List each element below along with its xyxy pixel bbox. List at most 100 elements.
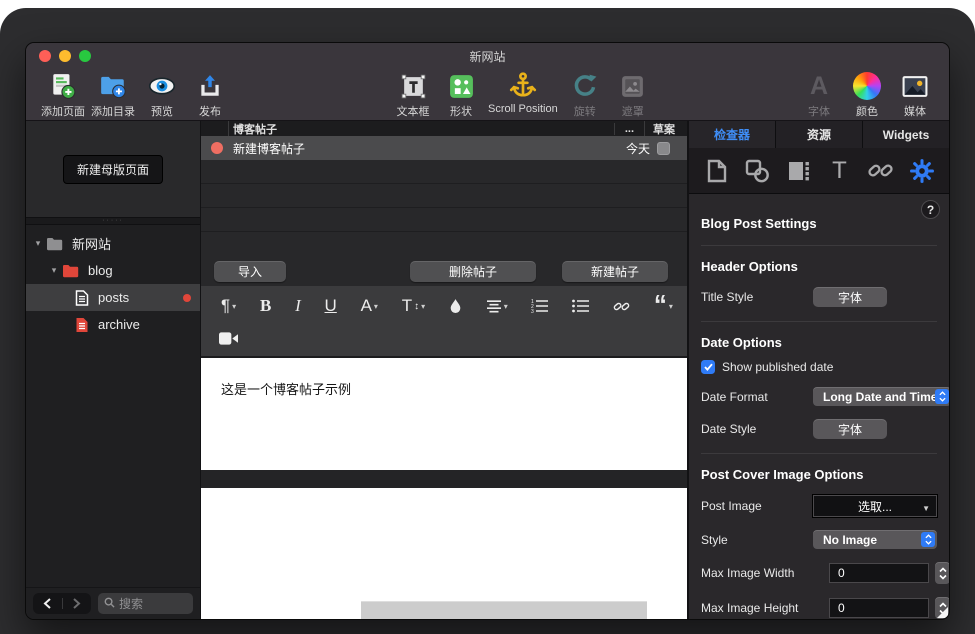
- tree-item-blog[interactable]: ▾ blog: [26, 257, 200, 284]
- delete-post-button[interactable]: 删除帖子: [410, 261, 536, 282]
- underline-button[interactable]: U: [325, 296, 337, 316]
- page-red-icon: [75, 317, 89, 333]
- add-folder-button[interactable]: 添加目录: [88, 70, 138, 119]
- highlight-button[interactable]: [449, 298, 462, 315]
- tree-item-label: blog: [88, 263, 113, 278]
- post-image-pulldown[interactable]: 选取... ▼: [813, 495, 937, 517]
- tree-item-site[interactable]: ▾ 新网站: [26, 230, 200, 257]
- date-format-select[interactable]: Long Date and Time: [813, 387, 949, 406]
- colors-label: 颜色: [856, 103, 878, 119]
- empty-list-row[interactable]: [201, 184, 687, 208]
- post-content-editor[interactable]: 这是一个博客帖子示例: [201, 358, 687, 470]
- colors-button[interactable]: 颜色: [843, 70, 891, 119]
- new-master-page-button[interactable]: 新建母版页面: [63, 155, 163, 184]
- import-button[interactable]: 导入: [214, 261, 286, 282]
- inspector-body: ? Blog Post Settings Header Options Titl…: [689, 194, 949, 619]
- date-style-label: Date Style: [701, 422, 813, 436]
- column-more[interactable]: ...: [614, 123, 644, 135]
- window-resize-handle[interactable]: [937, 607, 948, 618]
- stepper-control[interactable]: [935, 562, 949, 584]
- column-title[interactable]: 博客帖子: [228, 121, 614, 137]
- max-height-label: Max Image Height: [701, 601, 829, 615]
- tab-widgets[interactable]: Widgets: [863, 121, 949, 148]
- shapes-tool-button[interactable]: 形状: [437, 70, 485, 119]
- media-button[interactable]: 媒体: [891, 70, 939, 119]
- link-inspector-icon[interactable]: [868, 158, 894, 184]
- rotate-button[interactable]: 旋转: [561, 70, 609, 119]
- link-button[interactable]: [613, 298, 630, 315]
- preview-button[interactable]: 预览: [138, 70, 186, 119]
- layout-inspector-icon[interactable]: [786, 158, 812, 184]
- chevron-down-icon[interactable]: ▾: [32, 238, 44, 249]
- chevron-down-icon[interactable]: ▾: [48, 265, 60, 276]
- text-size-button[interactable]: T↕▾: [402, 296, 425, 316]
- add-folder-icon: [99, 70, 127, 102]
- folder-gray-icon: [46, 237, 63, 251]
- main-toolbar: 添加页面 添加目录 预览 发布: [26, 65, 949, 121]
- page-preview[interactable]: [201, 488, 687, 619]
- bold-button[interactable]: B: [260, 296, 271, 316]
- empty-list-row[interactable]: [201, 232, 687, 256]
- search-input[interactable]: [119, 597, 179, 611]
- post-date: 今天: [626, 140, 650, 157]
- help-button[interactable]: ?: [921, 200, 940, 219]
- max-height-input[interactable]: [829, 598, 929, 618]
- tree-item-label: 新网站: [72, 234, 111, 253]
- date-format-label: Date Format: [701, 390, 813, 404]
- textbox-tool-button[interactable]: 文本框: [389, 70, 437, 119]
- section-post-cover: Post Cover Image Options Post Image 选取..…: [701, 454, 937, 619]
- max-width-input[interactable]: [829, 563, 929, 583]
- cover-style-label: Style: [701, 533, 813, 547]
- section-title: Date Options: [701, 335, 937, 350]
- italic-button[interactable]: I: [295, 296, 301, 316]
- settings-inspector-icon[interactable]: [909, 158, 935, 184]
- date-style-font-button[interactable]: 字体: [813, 419, 887, 439]
- format-toolbar: ¶▾ B I U A▾ T↕▾ ▾ 123: [201, 286, 687, 326]
- tree-item-posts[interactable]: posts: [26, 284, 200, 311]
- tree-item-archive[interactable]: archive: [26, 311, 200, 338]
- toolbar-middle-group: 文本框 形状 Scroll Position 旋转: [389, 70, 657, 119]
- eye-icon: [147, 70, 177, 102]
- scroll-position-label: Scroll Position: [488, 103, 558, 115]
- back-button[interactable]: [33, 593, 62, 614]
- folder-red-icon: [62, 264, 79, 278]
- quote-button[interactable]: “▾: [654, 299, 673, 313]
- post-list-row[interactable]: 新建博客帖子 今天: [201, 136, 687, 160]
- paragraph-style-button[interactable]: ¶▾: [221, 296, 236, 316]
- ordered-list-button[interactable]: 123: [531, 299, 548, 313]
- bullet-list-button[interactable]: [572, 299, 589, 313]
- fonts-button[interactable]: A 字体: [795, 70, 843, 119]
- new-post-button[interactable]: 新建帖子: [562, 261, 668, 282]
- tab-inspector[interactable]: 检查器: [689, 121, 776, 148]
- font-color-button[interactable]: A▾: [361, 296, 378, 316]
- scroll-position-button[interactable]: Scroll Position: [485, 70, 561, 115]
- show-published-date-checkbox[interactable]: [701, 360, 715, 374]
- mask-button[interactable]: 遮罩: [609, 70, 657, 119]
- empty-list-row[interactable]: [201, 208, 687, 232]
- search-field[interactable]: [98, 593, 193, 614]
- media-icon: [900, 70, 930, 102]
- post-title: 新建博客帖子: [233, 140, 626, 157]
- tab-resources[interactable]: 资源: [776, 121, 863, 148]
- column-draft[interactable]: 草案: [644, 121, 687, 137]
- inspector-tabs: 检查器 资源 Widgets: [689, 121, 949, 148]
- title-style-font-button[interactable]: 字体: [813, 287, 887, 307]
- sidebar-drag-handle[interactable]: ·····: [26, 217, 200, 225]
- add-page-button[interactable]: 添加页面: [38, 70, 88, 119]
- cover-style-select[interactable]: No Image: [813, 530, 937, 549]
- publish-button[interactable]: 发布: [186, 70, 234, 119]
- forward-button[interactable]: [63, 593, 92, 614]
- draft-checkbox[interactable]: [657, 142, 670, 155]
- page-inspector-icon[interactable]: [704, 158, 730, 184]
- align-button[interactable]: ▾: [486, 300, 508, 313]
- text-inspector-icon[interactable]: T: [827, 158, 853, 184]
- title-style-label: Title Style: [701, 290, 813, 304]
- rotate-label: 旋转: [574, 103, 596, 119]
- color-wheel-icon: [853, 70, 881, 102]
- shape-inspector-icon[interactable]: [745, 158, 771, 184]
- shapes-icon: [448, 70, 475, 102]
- sidebar: 新建母版页面 ····· ▾ 新网站 ▾ blog: [26, 121, 201, 619]
- video-button[interactable]: [219, 332, 238, 350]
- textbox-label: 文本框: [397, 103, 430, 119]
- empty-list-row[interactable]: [201, 160, 687, 184]
